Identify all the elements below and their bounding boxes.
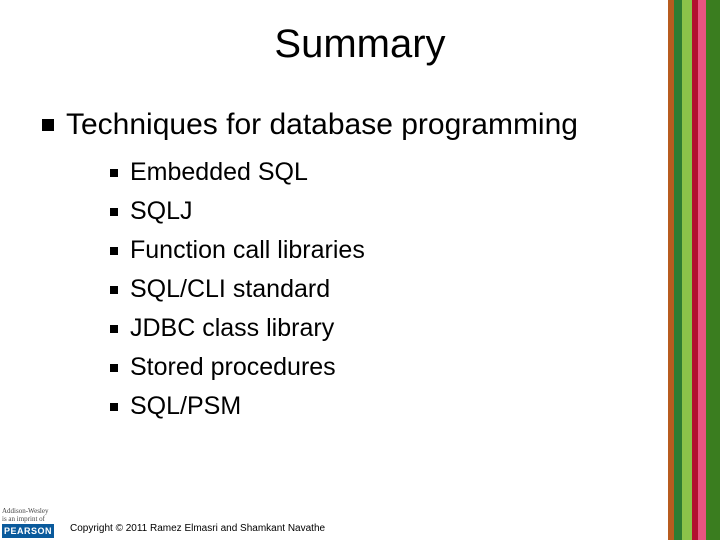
- stripe-icon: [674, 0, 682, 540]
- square-bullet-icon: [110, 286, 118, 294]
- publisher-logo: Addison-Wesley is an imprint of PEARSON: [2, 508, 54, 538]
- list-item-text: Embedded SQL: [130, 158, 308, 187]
- logo-brand: PEARSON: [2, 524, 54, 538]
- footer: Addison-Wesley is an imprint of PEARSON …: [0, 500, 720, 540]
- list-item-text: Function call libraries: [130, 236, 365, 265]
- list-item: SQLJ: [110, 197, 365, 226]
- slide: Summary Techniques for database programm…: [0, 0, 720, 540]
- stripe-icon: [706, 0, 720, 540]
- list-item: Function call libraries: [110, 236, 365, 265]
- main-bullet-text: Techniques for database programming: [66, 108, 578, 142]
- square-bullet-icon: [110, 169, 118, 177]
- list-item-text: JDBC class library: [130, 314, 334, 343]
- list-item: Embedded SQL: [110, 158, 365, 187]
- list-item: Stored procedures: [110, 353, 365, 382]
- stripe-icon: [682, 0, 692, 540]
- square-bullet-icon: [110, 325, 118, 333]
- square-bullet-icon: [42, 119, 54, 131]
- list-item: JDBC class library: [110, 314, 365, 343]
- decorative-stripes: [668, 0, 720, 540]
- logo-line1: Addison-Wesley: [2, 508, 54, 515]
- stripe-icon: [698, 0, 706, 540]
- list-item: SQL/PSM: [110, 392, 365, 421]
- copyright-text: Copyright © 2011 Ramez Elmasri and Shamk…: [70, 523, 325, 534]
- list-item: SQL/CLI standard: [110, 275, 365, 304]
- slide-title: Summary: [0, 22, 720, 67]
- main-bullet: Techniques for database programming: [42, 108, 578, 142]
- list-item-text: SQL/PSM: [130, 392, 241, 421]
- list-item-text: SQLJ: [130, 197, 193, 226]
- list-item-text: Stored procedures: [130, 353, 336, 382]
- square-bullet-icon: [110, 208, 118, 216]
- square-bullet-icon: [110, 247, 118, 255]
- logo-line2: is an imprint of: [2, 516, 54, 523]
- square-bullet-icon: [110, 364, 118, 372]
- list-item-text: SQL/CLI standard: [130, 275, 330, 304]
- square-bullet-icon: [110, 403, 118, 411]
- sub-bullet-list: Embedded SQL SQLJ Function call librarie…: [110, 158, 365, 431]
